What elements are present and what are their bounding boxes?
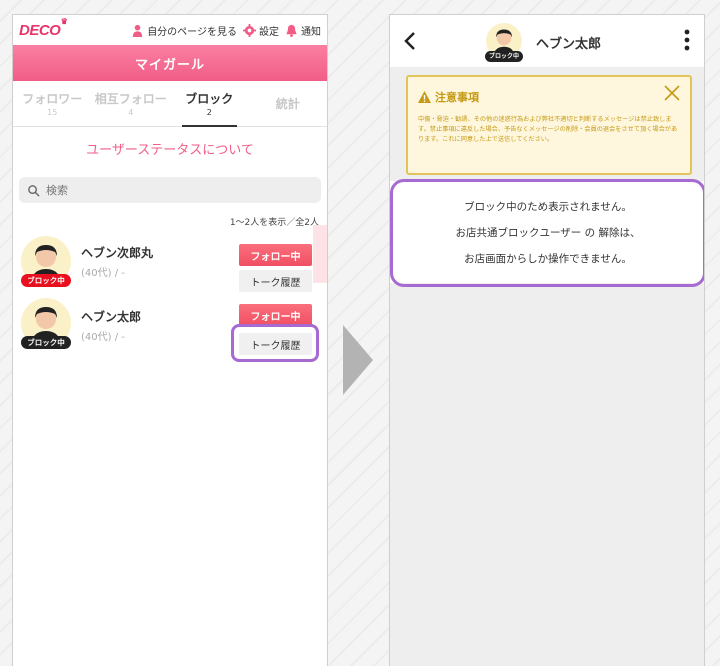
more-menu-icon[interactable] [684,29,690,51]
user-name: ヘブン太郎 [536,37,602,52]
search-input[interactable] [46,183,286,197]
bell-icon [286,24,297,37]
search-icon [28,184,40,197]
my-page-label: 自分のページを見る [147,26,237,38]
back-chevron-icon[interactable] [402,31,418,51]
user-info: (40代) / - [81,268,125,279]
list-item: ブロック中 ヘブン太郎 (40代) / - フォロー中 トーク履歴 [13,296,327,362]
page-title: マイガール [13,45,327,81]
deco-logo[interactable]: DECO ♛ [19,17,68,39]
notification-link[interactable]: 通知 [285,23,321,38]
my-page-link[interactable]: 自分のページを見る [131,23,237,38]
highlight-frame [390,179,704,287]
tab-block[interactable]: ブロック 2 [170,81,249,127]
following-button[interactable]: フォロー中 [239,244,312,266]
search-box [19,177,321,203]
talk-history-button[interactable]: トーク履歴 [239,270,312,292]
close-icon[interactable] [664,85,680,101]
tab-followers[interactable]: フォロワー 15 [13,81,92,126]
crown-icon: ♛ [60,16,68,26]
user-name[interactable]: ヘブン次郎丸 [81,244,153,261]
tab-stats[interactable]: 統計 [249,81,328,126]
block-list-screen: DECO ♛ 自分のページを見る 設定 通知 マイガール フォロワー 15 相互フォ… [12,14,328,666]
tab-mutual-follow[interactable]: 相互フォロー 4 [92,81,171,126]
block-badge: ブロック中 [485,51,523,62]
gear-icon [243,23,256,37]
talk-screen: ブロック中 ヘブン太郎 注意事項 中傷・脅迫・勧誘、その他の迷惑行為および弊社不… [389,14,705,666]
user-info: (40代) / - [81,332,125,343]
list-item: ブロック中 ヘブン次郎丸 (40代) / - フォロー中 トーク履歴 [13,230,327,296]
settings-link[interactable]: 設定 [243,23,279,38]
result-count: 1〜2人を表示／全2人 [229,218,319,228]
notice-box: 注意事項 中傷・脅迫・勧誘、その他の迷惑行為および弊社不適切と判断するメッセージ… [406,75,692,175]
user-name[interactable]: ヘブン太郎 [81,308,141,325]
notice-body: 中傷・脅迫・勧誘、その他の迷惑行為および弊社不適切と判断するメッセージは禁止致し… [418,116,678,143]
talk-header: ブロック中 ヘブン太郎 [390,15,704,67]
user-status-link[interactable]: ユーザーステータスについて [13,139,327,159]
tab-bar: フォロワー 15 相互フォロー 4 ブロック 2 統計 [13,81,327,127]
highlight-frame [231,324,319,362]
notification-label: 通知 [301,26,321,38]
notice-title: 注意事項 [418,89,479,105]
following-button[interactable]: フォロー中 [239,304,312,326]
arrow-right-icon [343,325,373,395]
app-header: DECO ♛ 自分のページを見る 設定 通知 [13,15,327,45]
warning-icon [418,91,431,103]
block-badge: ブロック中 [21,274,71,287]
person-icon [133,24,143,37]
block-badge: ブロック中 [21,336,71,349]
settings-label: 設定 [259,26,279,38]
